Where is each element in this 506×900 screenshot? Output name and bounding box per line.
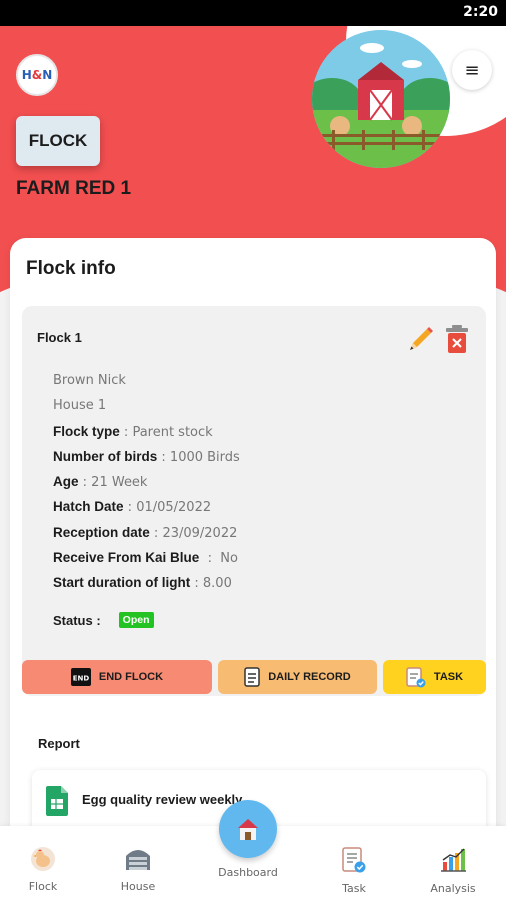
status-label: Status : [53,612,101,628]
flock-panel: Flock 1 Brown Nick House 1 Flock type : … [22,306,486,696]
task-icon [406,666,426,688]
bottom-nav: Flock House Dashboard Task Analysis [0,800,506,900]
nav-item-flock[interactable]: Flock [3,846,83,893]
dashboard-icon [238,819,258,840]
daily-record-button[interactable]: DAILY RECORD [218,660,377,694]
menu-button[interactable]: ≡ [452,50,492,90]
dashboard-button[interactable] [219,800,277,858]
svg-text:END: END [73,675,90,683]
detail-receive-from: Receive From Kai Blue : No [53,550,238,567]
detail-hatch-date: Hatch Date : 01/05/2022 [53,499,212,516]
detail-number-of-birds: Number of birds : 1000 Birds [53,448,240,465]
flock-details: Brown Nick House 1 Flock type : Parent s… [53,368,240,596]
report-title: Report [38,736,80,751]
barn-illustration [312,30,450,168]
task-button[interactable]: TASK [383,660,486,694]
flock-house: House 1 [53,398,107,414]
hamburger-icon: ≡ [464,59,480,81]
flock-breed: Brown Nick [53,373,126,388]
end-icon: END [70,668,91,686]
nav-item-dashboard-label: Dashboard [218,866,278,879]
app-logo: H&N [16,54,58,96]
farm-name: FARM RED 1 [16,178,132,199]
nav-item-analysis[interactable]: Analysis [413,846,493,895]
detail-flock-type: Flock type : Parent stock [53,423,213,440]
nav-item-task[interactable]: Task [314,846,394,895]
delete-icon[interactable] [444,324,470,354]
status-time: 2:20 [463,4,498,20]
detail-reception-date: Reception date : 23/09/2022 [53,524,238,541]
detail-light-duration: Start duration of light : 8.00 [53,575,232,592]
status-bar: 2:20 [0,0,506,26]
report-item-label: Egg quality review weekly [82,792,243,807]
nav-item-house[interactable]: House [98,846,178,893]
analysis-icon [441,848,466,872]
detail-age: Age : 21 Week [53,474,148,491]
task-icon [342,847,366,873]
chicken-icon [31,847,55,871]
flock-name: Flock 1 [37,330,82,345]
flock-badge: FLOCK [16,116,100,166]
status-row: Status : Open [53,612,154,628]
google-sheets-icon [46,786,68,820]
card-title: Flock info [26,258,116,279]
status-badge: Open [118,612,154,628]
edit-icon[interactable] [406,324,436,354]
flock-info-card: Flock info Flock 1 Brown Nick House 1 Fl… [10,238,496,858]
end-flock-button[interactable]: END END FLOCK [22,660,212,694]
clipboard-icon [244,667,260,687]
house-icon [126,850,150,870]
